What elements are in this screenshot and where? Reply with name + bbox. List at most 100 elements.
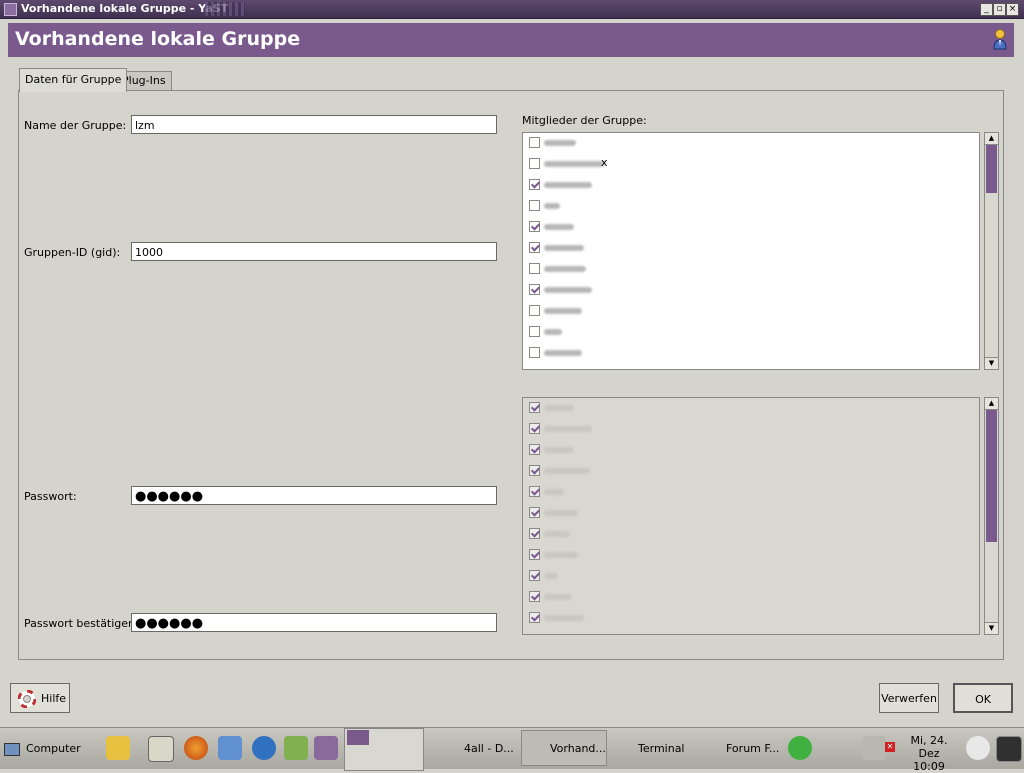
member-checkbox: [529, 507, 540, 518]
group-icon: [993, 29, 1007, 50]
volume-icon[interactable]: [862, 736, 886, 760]
member-checkbox: [529, 444, 540, 455]
member-name-redacted: [544, 573, 558, 579]
member-checkbox[interactable]: [529, 263, 540, 274]
member-name-redacted: [544, 447, 574, 453]
close-button[interactable]: ×: [1006, 3, 1019, 16]
help-label: Hilfe: [41, 692, 67, 705]
taskbar: Computer 4all - D... Vorhand... Terminal…: [0, 727, 1024, 773]
member-checkbox: [529, 402, 540, 413]
banshee-launcher-icon[interactable]: [252, 736, 276, 760]
member-checkbox: [529, 528, 540, 539]
password-label: Passwort:: [24, 490, 77, 503]
member-name-redacted: [544, 182, 592, 188]
member-checkbox: [529, 612, 540, 623]
folder-launcher-icon[interactable]: [314, 736, 338, 760]
network-launcher-icon[interactable]: [218, 736, 242, 760]
confirm-password-label: Passwort bestätigen:: [24, 617, 139, 630]
member-name-redacted: [544, 510, 578, 516]
dialog-title: Vorhandene lokale Gruppe: [15, 28, 301, 50]
member-checkbox: [529, 423, 540, 434]
editor-launcher-icon[interactable]: [106, 736, 130, 760]
window-title: Vorhandene lokale Gruppe - YaST: [21, 2, 229, 15]
member-name-redacted: [544, 266, 586, 272]
member-name-redacted: [544, 329, 562, 335]
members-list[interactable]: x: [522, 132, 980, 370]
firefox-launcher-icon[interactable]: [184, 736, 208, 760]
member-checkbox[interactable]: [529, 221, 540, 232]
member-name-redacted: [544, 203, 560, 209]
window-titlebar[interactable]: Vorhandene lokale Gruppe - YaST _ ▫ ×: [0, 0, 1024, 19]
member-name-redacted: [544, 489, 564, 495]
member-checkbox[interactable]: [529, 158, 540, 169]
member-name-suffix: x: [601, 156, 608, 169]
member-checkbox[interactable]: [529, 179, 540, 190]
lifebuoy-icon: [18, 690, 36, 708]
clock[interactable]: Mi, 24. Dez 10:09: [900, 734, 958, 773]
scroll-up-arrow[interactable]: ▲: [985, 133, 998, 145]
titlebar-decoration: [205, 2, 245, 16]
member-checkbox[interactable]: [529, 242, 540, 253]
gid-input[interactable]: 1000: [131, 242, 497, 261]
member-checkbox: [529, 570, 540, 581]
member-name-redacted: [544, 245, 584, 251]
workspace-switcher[interactable]: [344, 728, 424, 771]
network-disconnected-icon[interactable]: ✕: [885, 742, 895, 752]
dialog-header: Vorhandene lokale Gruppe: [8, 23, 1014, 57]
scroll-up-arrow: ▲: [985, 398, 998, 410]
computer-menu[interactable]: Computer: [4, 728, 81, 769]
task-4all[interactable]: 4all - D...: [440, 728, 515, 769]
member-name-redacted: [544, 468, 590, 474]
discard-button[interactable]: Verwerfen: [879, 683, 939, 713]
task-forum[interactable]: Forum F...: [702, 728, 782, 769]
scroll-down-arrow[interactable]: ▼: [985, 357, 998, 369]
member-name-redacted: [544, 426, 592, 432]
notes-launcher-icon[interactable]: [148, 736, 174, 762]
member-name-redacted: [544, 531, 570, 537]
member-checkbox[interactable]: [529, 326, 540, 337]
active-workspace[interactable]: [347, 730, 369, 745]
member-name-redacted: [544, 161, 604, 167]
member-name-redacted: [544, 405, 574, 411]
member-checkbox[interactable]: [529, 347, 540, 358]
scroll-thumb: [986, 410, 997, 542]
minimize-button[interactable]: _: [980, 3, 993, 16]
scroll-down-arrow: ▼: [985, 622, 998, 634]
members-label: Mitglieder der Gruppe:: [522, 114, 647, 127]
member-name-redacted: [544, 308, 582, 314]
member-checkbox: [529, 465, 540, 476]
lock-screen-icon[interactable]: [996, 736, 1022, 762]
tab-daten-fuer-gruppe[interactable]: Daten für Gruppe: [19, 68, 128, 92]
member-name-redacted: [544, 224, 574, 230]
member-name-redacted: [544, 594, 572, 600]
member-checkbox[interactable]: [529, 305, 540, 316]
members-list-secondary: [522, 397, 980, 635]
scroll-thumb[interactable]: [986, 145, 997, 193]
window-menu-icon[interactable]: [4, 3, 17, 16]
update-icon[interactable]: [966, 736, 990, 760]
member-name-redacted: [544, 350, 582, 356]
members-secondary-scrollbar: ▲ ▼: [984, 397, 999, 635]
member-checkbox[interactable]: [529, 137, 540, 148]
task-terminal[interactable]: Terminal: [614, 728, 694, 769]
member-checkbox: [529, 591, 540, 602]
confirm-password-input[interactable]: ●●●●●●: [131, 613, 497, 632]
ok-button[interactable]: OK: [953, 683, 1013, 713]
gid-label: Gruppen-ID (gid):: [24, 246, 121, 259]
group-name-input[interactable]: lzm: [131, 115, 497, 134]
help-button[interactable]: Hilfe: [10, 683, 70, 713]
task-vorhandene-gruppe[interactable]: Vorhand...: [521, 730, 607, 766]
maximize-button[interactable]: ▫: [993, 3, 1006, 16]
member-checkbox[interactable]: [529, 200, 540, 211]
member-checkbox[interactable]: [529, 284, 540, 295]
member-name-redacted: [544, 140, 576, 146]
exit-runner-icon[interactable]: [788, 736, 812, 760]
clock-date: Mi, 24. Dez: [910, 734, 948, 760]
image-launcher-icon[interactable]: [284, 736, 308, 760]
member-checkbox: [529, 549, 540, 560]
members-scrollbar[interactable]: ▲ ▼: [984, 132, 999, 370]
group-name-label: Name der Gruppe:: [24, 119, 127, 132]
password-input[interactable]: ●●●●●●: [131, 486, 497, 505]
member-name-redacted: [544, 552, 578, 558]
computer-icon: [4, 742, 20, 756]
